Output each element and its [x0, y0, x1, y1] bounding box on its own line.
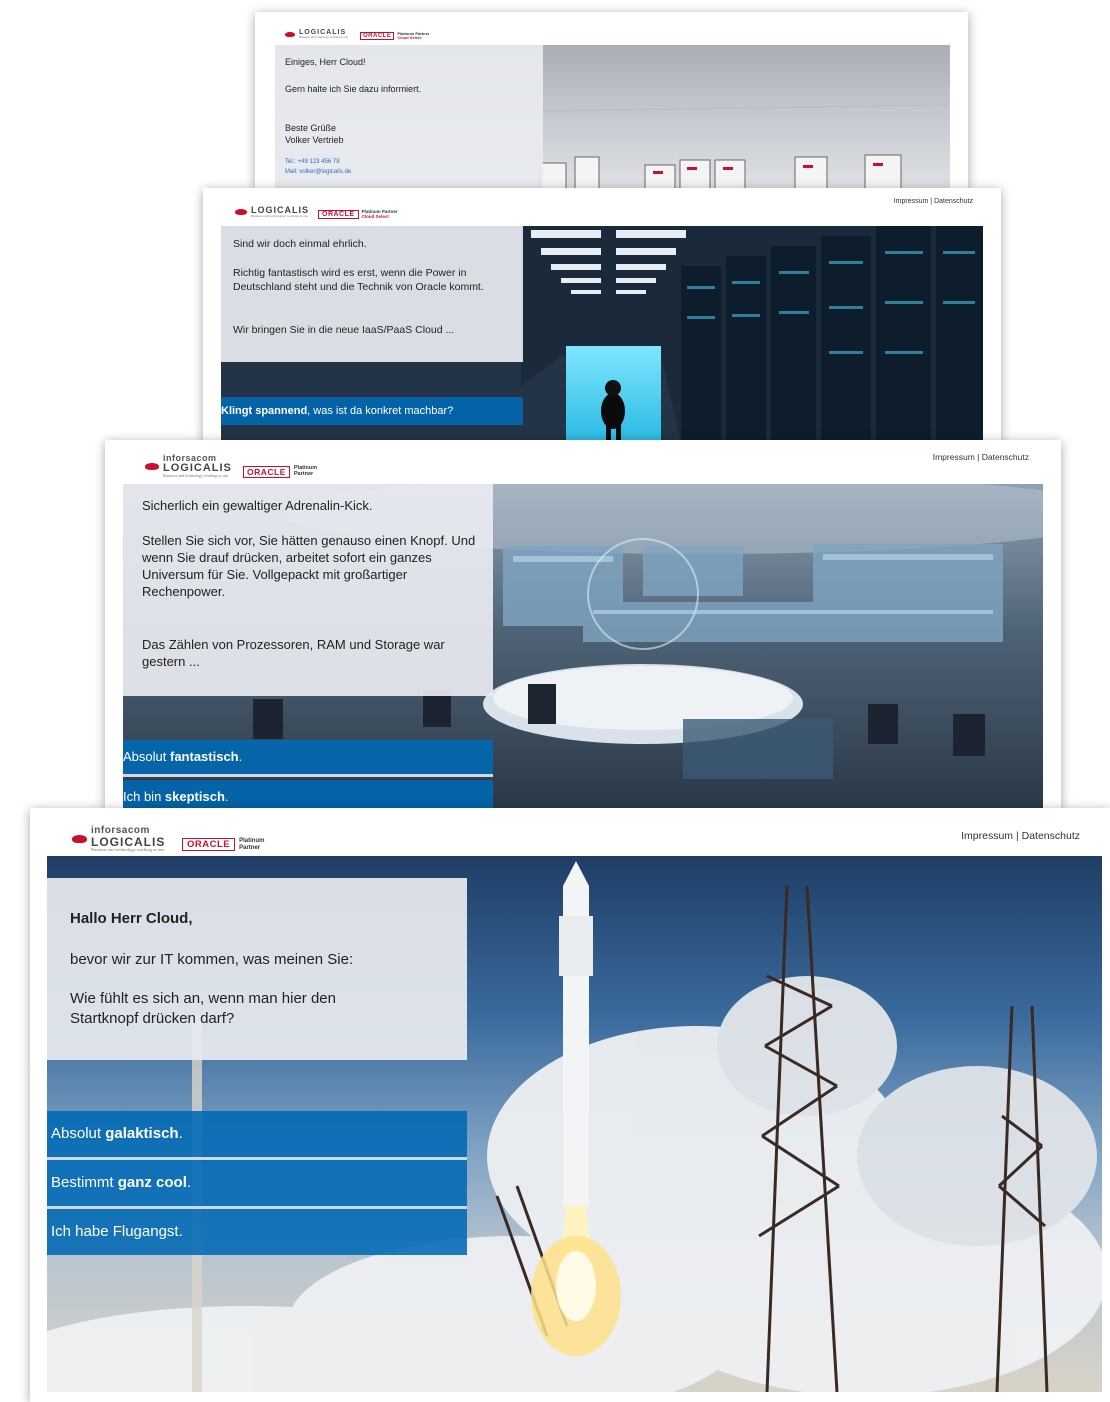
oracle-partner-logo: ORACLE Platinum Partner [243, 465, 317, 478]
partner-level-2: Cloud Select [397, 35, 422, 41]
answer-strong: Klingt spannend [221, 405, 308, 417]
message-panel: Sind wir doch einmal ehrlich. Richtig fa… [221, 226, 523, 362]
screen-control-room: inforsacom LOGICALIS Business and techno… [105, 440, 1061, 810]
body-text: Richtig fantastisch wird es erst, wenn d… [233, 267, 484, 293]
screen-rocket-launch: inforsacom LOGICALIS Business and techno… [30, 808, 1110, 1402]
message-panel: Sicherlich ein gewaltiger Adrenalin-Kick… [123, 484, 493, 696]
partner-level-2: Partner [239, 844, 261, 851]
datenschutz-link[interactable]: Datenschutz [1022, 830, 1080, 842]
answer-divider [123, 774, 493, 777]
data-center-image: Sind wir doch einmal ehrlich. Richtig fa… [221, 226, 983, 442]
screen-email-signature: LOGICALIS Business and technology workin… [255, 12, 968, 190]
oracle-partner-logo: ORACLE Platinum Partner Cloud Select [360, 31, 429, 41]
answer-rest: , was ist da konkret machbar? [307, 405, 454, 417]
logicalis-logo: LOGICALIS Business and technology workin… [285, 29, 348, 39]
oracle-logo: ORACLE [318, 210, 359, 220]
signature-text: Volker Vertrieb [285, 135, 344, 145]
answer-strong: fantastisch [169, 749, 239, 764]
server-room-image: Einiges, Herr Cloud! Gern halte ich Sie … [275, 45, 950, 190]
impressum-link[interactable]: Impressum [961, 830, 1013, 842]
message-panel: Hallo Herr Cloud, bevor wir zur IT komme… [47, 878, 467, 1060]
logicalis-swoosh-icon [235, 209, 247, 216]
body-text: Stellen Sie sich vor, Sie hätten genauso… [142, 533, 476, 599]
oracle-logo: ORACLE [360, 32, 395, 41]
top-links: Impressum | Datenschutz [893, 198, 973, 205]
greeting-text: Einiges, Herr Cloud! [285, 57, 366, 67]
logo-tagline: Business and technology working as one [299, 35, 348, 39]
logicalis-logo: inforsacom LOGICALIS Business and techno… [72, 826, 165, 853]
top-links: Impressum | Datenschutz [932, 452, 1029, 462]
answer-strong: ganz cool [117, 1174, 187, 1191]
impressum-link[interactable]: Impressum [894, 198, 929, 205]
oracle-logo: ORACLE [243, 466, 290, 478]
answer-button-klingt-spannend[interactable]: Klingt spannend, was ist da konkret mach… [221, 397, 523, 425]
email-link[interactable]: Mail: volker@logicalis.de [285, 169, 351, 175]
logo-tagline: Business and technology working as one [251, 214, 309, 218]
oracle-partner-logo: ORACLE Platinum Partner Cloud Select [318, 209, 398, 220]
logicalis-logo: LOGICALIS Business and technology workin… [235, 206, 309, 219]
greeting-heading: Hallo Herr Cloud, [70, 910, 193, 927]
logicalis-swoosh-icon [145, 462, 159, 470]
answer-strong: skeptisch [164, 789, 225, 804]
info-text: Gern halte ich Sie dazu informiert. [285, 84, 422, 94]
answer-button-flugangst[interactable]: Ich habe Flugangst. [47, 1209, 467, 1255]
answer-strong: galaktisch [105, 1125, 179, 1142]
answer-button-fantastisch[interactable]: Absolut fantastisch. [123, 740, 493, 774]
answer-button-ganz-cool[interactable]: Bestimmt ganz cool. [47, 1160, 467, 1206]
logicalis-swoosh-icon [285, 31, 295, 37]
partner-level-2: Partner [293, 471, 314, 477]
closing-text: Beste Grüße [285, 123, 337, 133]
impressum-link[interactable]: Impressum [933, 452, 975, 462]
question-intro-text: bevor wir zur IT kommen, was meinen Sie: [70, 951, 354, 968]
teaser-text: Das Zählen von Prozessoren, RAM und Stor… [142, 637, 445, 669]
teaser-text: Wir bringen Sie in die neue IaaS/PaaS Cl… [233, 324, 455, 336]
question-text: Wie fühlt es sich an, wenn man hier den … [70, 990, 336, 1027]
partner-level-2: Cloud Select [361, 213, 389, 219]
logo-tagline: Business and technology working as one [163, 473, 229, 478]
datenschutz-link[interactable]: Datenschutz [934, 198, 973, 205]
message-panel: Einiges, Herr Cloud! Gern halte ich Sie … [275, 45, 543, 190]
answer-button-skeptisch[interactable]: Ich bin skeptisch. [123, 780, 493, 810]
intro-text: Sicherlich ein gewaltiger Adrenalin-Kick… [142, 498, 373, 513]
oracle-partner-logo: ORACLE Platinum Partner [182, 838, 264, 851]
answer-button-galaktisch[interactable]: Absolut galaktisch. [47, 1111, 467, 1157]
datenschutz-link[interactable]: Datenschutz [982, 452, 1029, 462]
phone-link[interactable]: Tel.: +49 123 456 78 [285, 159, 340, 165]
top-links: Impressum | Datenschutz [961, 830, 1080, 842]
screen-data-center: LOGICALIS Business and technology workin… [203, 188, 1001, 442]
oracle-logo: ORACLE [182, 838, 236, 851]
rocket-launch-image: Hallo Herr Cloud, bevor wir zur IT komme… [47, 856, 1102, 1392]
partner-level: Platinum [239, 838, 265, 845]
control-room-image: Sicherlich ein gewaltiger Adrenalin-Kick… [123, 484, 1043, 810]
logicalis-logo: inforsacom LOGICALIS Business and techno… [145, 454, 232, 478]
intro-text: Sind wir doch einmal ehrlich. [233, 238, 367, 250]
logicalis-swoosh-icon [72, 835, 87, 844]
logo-tagline: Business and technology working as one [91, 847, 165, 852]
